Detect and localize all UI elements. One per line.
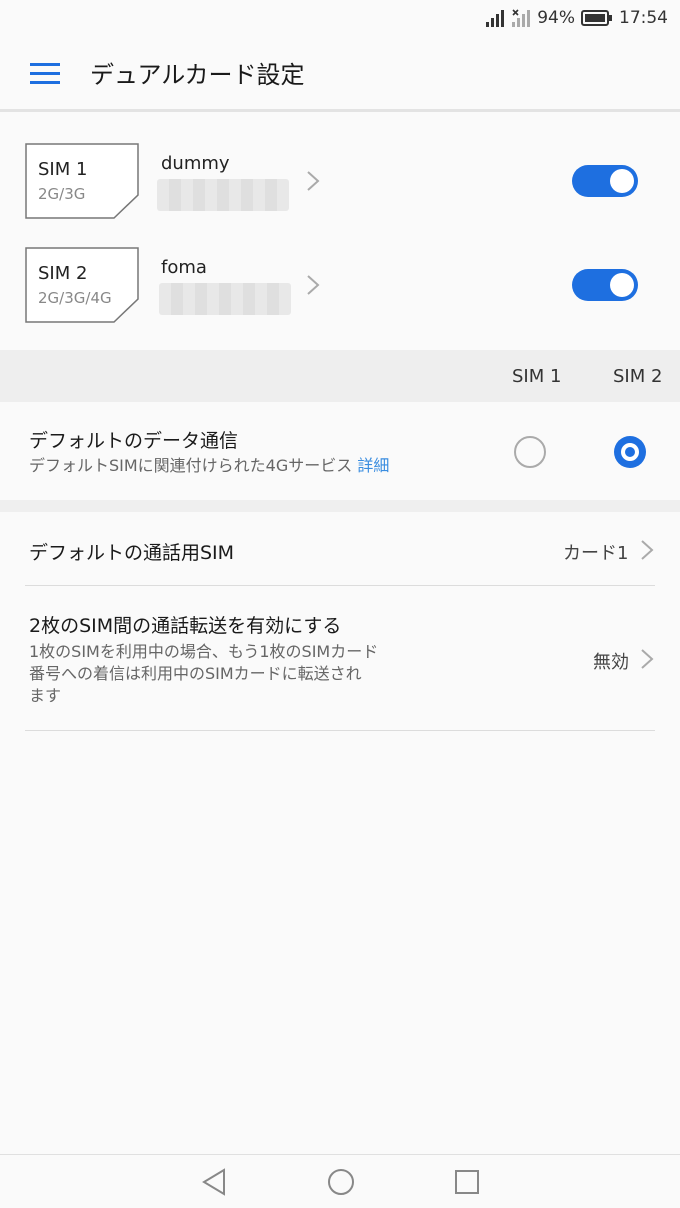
column-sim1-label: SIM 1 [512, 366, 562, 387]
column-sim2-label: SIM 2 [613, 366, 663, 387]
call-forward-title: 2枚のSIM間の通話転送を有効にする [29, 615, 342, 637]
sim1-carrier[interactable]: dummy [161, 153, 230, 174]
sim1-name: SIM 1 [38, 159, 88, 180]
status-bar: 94% 17:54 [0, 0, 680, 36]
sim2-name: SIM 2 [38, 263, 88, 284]
battery-icon [581, 10, 612, 26]
default-call-sim-value: カード1 [563, 543, 629, 564]
home-icon[interactable] [326, 1167, 356, 1197]
signal-icon [486, 10, 505, 27]
sim2-row: SIM 2 2G/3G/4G foma [0, 247, 680, 351]
sim1-toggle[interactable] [572, 165, 638, 197]
sim2-card-icon: SIM 2 2G/3G/4G [25, 247, 139, 323]
sim1-number-redacted [157, 179, 289, 211]
battery-percent: 94% [537, 8, 575, 28]
details-link[interactable]: 詳細 [357, 456, 389, 475]
call-forward-desc-line3: ます [29, 686, 62, 705]
sim1-row: SIM 1 2G/3G dummy [0, 143, 680, 247]
chevron-right-icon [641, 540, 654, 560]
default-call-sim-title: デフォルトの通話用SIM [29, 542, 235, 564]
navigation-bar [0, 1154, 680, 1208]
call-forward-desc-line2: 番号への着信は利用中のSIMカードに転送され [29, 664, 362, 683]
toggle-knob [610, 273, 634, 297]
default-data-title: デフォルトのデータ通信 [29, 430, 239, 452]
page-title: デュアルカード設定 [90, 61, 305, 89]
sim-column-header [0, 350, 680, 402]
sim2-chevron-right-icon[interactable] [306, 274, 320, 296]
sim2-network: 2G/3G/4G [38, 289, 112, 307]
default-call-sim-row[interactable]: デフォルトの通話用SIM カード1 [0, 512, 680, 586]
call-forward-row[interactable]: 2枚のSIM間の通話転送を有効にする 1枚のSIMを利用中の場合、もう1枚のSI… [0, 586, 680, 730]
signal-no-data-icon [512, 9, 531, 27]
app-bar: デュアルカード設定 [0, 36, 680, 112]
default-data-sim2-radio[interactable] [614, 436, 646, 468]
default-data-row: デフォルトのデータ通信 デフォルトSIMに関連付けられた4Gサービス 詳細 [0, 402, 680, 500]
section-divider [0, 500, 680, 512]
back-icon[interactable] [200, 1167, 228, 1197]
toggle-knob [610, 169, 634, 193]
sim1-card-icon: SIM 1 2G/3G [25, 143, 139, 219]
chevron-right-icon [641, 649, 654, 669]
sim2-toggle[interactable] [572, 269, 638, 301]
sim2-number-redacted [159, 283, 291, 315]
clock: 17:54 [619, 8, 668, 28]
recents-icon[interactable] [453, 1167, 481, 1197]
sim2-carrier[interactable]: foma [161, 257, 207, 278]
radio-selected-dot [621, 443, 639, 461]
menu-button[interactable] [0, 35, 90, 111]
sim1-chevron-right-icon[interactable] [306, 170, 320, 192]
call-forward-desc-line1: 1枚のSIMを利用中の場合、もう1枚のSIMカード [29, 642, 379, 661]
divider [25, 730, 655, 731]
sim1-network: 2G/3G [38, 185, 86, 203]
default-data-subtitle-text: デフォルトSIMに関連付けられた4Gサービス [29, 456, 353, 475]
default-data-sim1-radio[interactable] [514, 436, 546, 468]
hamburger-icon [30, 62, 60, 84]
call-forward-value: 無効 [593, 652, 629, 673]
default-data-subtitle: デフォルトSIMに関連付けられた4Gサービス 詳細 [29, 455, 389, 477]
